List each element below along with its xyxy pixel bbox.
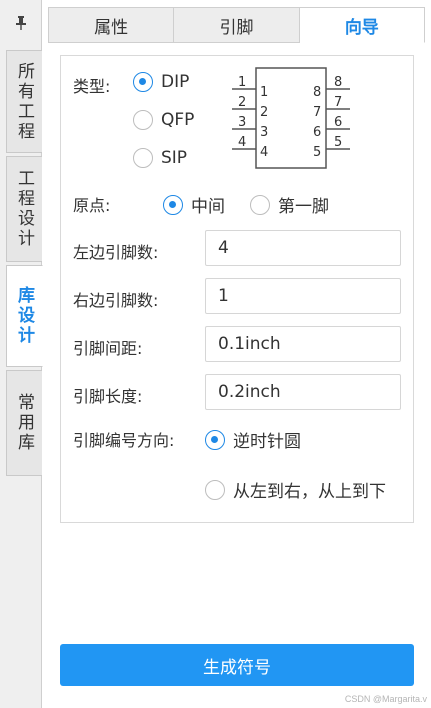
side-tab-library-design[interactable]: 库设计	[6, 265, 43, 367]
left-pins-input[interactable]	[205, 230, 401, 266]
side-tab-label: 常用库	[14, 393, 34, 453]
origin-radio-first-pin[interactable]: 第一脚	[250, 192, 329, 217]
pin-outer-right-7: 7	[334, 95, 342, 110]
radio-circle	[250, 194, 270, 215]
pin-outer-left-2: 2	[238, 95, 246, 110]
generate-symbol-button[interactable]: 生成符号	[60, 644, 414, 686]
chip-preview: 1 2 3 4 1 2 3 4 8 7 6 5 8 7 6 5	[232, 67, 350, 169]
pin-outer-right-6: 6	[334, 115, 342, 130]
side-tab-label: 工程设计	[14, 169, 34, 249]
type-label: 类型:	[73, 77, 111, 96]
radio-label: 第一脚	[278, 197, 329, 217]
origin-label: 原点:	[73, 196, 111, 215]
pin-inner-right-7: 7	[313, 105, 321, 120]
right-pins-input[interactable]	[205, 278, 401, 314]
numbering-radio-ccw[interactable]: 逆时针圆	[205, 427, 301, 452]
type-radio-qfp[interactable]: QFP	[133, 110, 194, 130]
pin-numbering-label: 引脚编号方向:	[73, 431, 175, 450]
side-tab-strip: 所有工程 工程设计 库设计 常用库	[0, 0, 43, 708]
radio-label: 中间	[191, 197, 225, 217]
pushpin-icon-glyph	[16, 16, 26, 30]
wizard-panel: 类型: DIP QFP SIP 1 2 3 4 1 2 3 4 8 7 6 5 …	[60, 55, 414, 523]
radio-circle	[205, 429, 225, 450]
radio-label: 逆时针圆	[233, 432, 301, 452]
pin-length-input[interactable]	[205, 374, 401, 410]
pin-outer-left-4: 4	[238, 135, 246, 150]
origin-radio-center[interactable]: 中间	[163, 192, 225, 217]
pin-pitch-input[interactable]	[205, 326, 401, 362]
tab-pins[interactable]: 引脚	[174, 7, 300, 43]
radio-circle	[133, 110, 153, 130]
type-radio-sip[interactable]: SIP	[133, 148, 187, 168]
pin-length-label: 引脚长度:	[73, 387, 143, 406]
radio-label: SIP	[161, 148, 188, 168]
pin-inner-right-8: 8	[313, 85, 321, 100]
pin-inner-left-1: 1	[260, 85, 268, 100]
radio-circle	[205, 479, 225, 500]
pin-inner-right-5: 5	[313, 145, 321, 160]
pin-outer-right-5: 5	[334, 135, 342, 150]
radio-label: DIP	[161, 72, 190, 92]
numbering-radio-ltr-ttb[interactable]: 从左到右，从上到下	[205, 477, 386, 502]
right-pins-label: 右边引脚数:	[73, 291, 159, 310]
side-tab-label: 库设计	[14, 286, 34, 346]
radio-label: QFP	[161, 110, 195, 130]
radio-circle	[163, 194, 183, 215]
pin-inner-right-6: 6	[313, 125, 321, 140]
pin-inner-left-2: 2	[260, 105, 268, 120]
radio-circle	[133, 72, 153, 92]
side-tab-all-projects[interactable]: 所有工程	[6, 50, 42, 153]
side-tab-project-design[interactable]: 工程设计	[6, 156, 42, 262]
pushpin-icon[interactable]	[0, 0, 42, 46]
tab-wizard[interactable]: 向导	[299, 7, 425, 43]
type-radio-dip[interactable]: DIP	[133, 72, 189, 92]
radio-circle	[133, 148, 153, 168]
tab-properties[interactable]: 属性	[48, 7, 175, 43]
pin-inner-left-3: 3	[260, 125, 268, 140]
pin-inner-left-4: 4	[260, 145, 268, 160]
pin-outer-left-1: 1	[238, 75, 246, 90]
side-tab-label: 所有工程	[14, 61, 34, 142]
left-pins-label: 左边引脚数:	[73, 243, 159, 262]
pin-outer-left-3: 3	[238, 115, 246, 130]
side-tab-common-library[interactable]: 常用库	[6, 370, 42, 476]
top-tab-bar: 属性 引脚 向导	[48, 7, 425, 43]
pin-outer-right-8: 8	[334, 75, 342, 90]
pin-pitch-label: 引脚间距:	[73, 339, 143, 358]
watermark: CSDN @Margarita.v	[344, 694, 427, 704]
radio-label: 从左到右，从上到下	[233, 482, 386, 502]
